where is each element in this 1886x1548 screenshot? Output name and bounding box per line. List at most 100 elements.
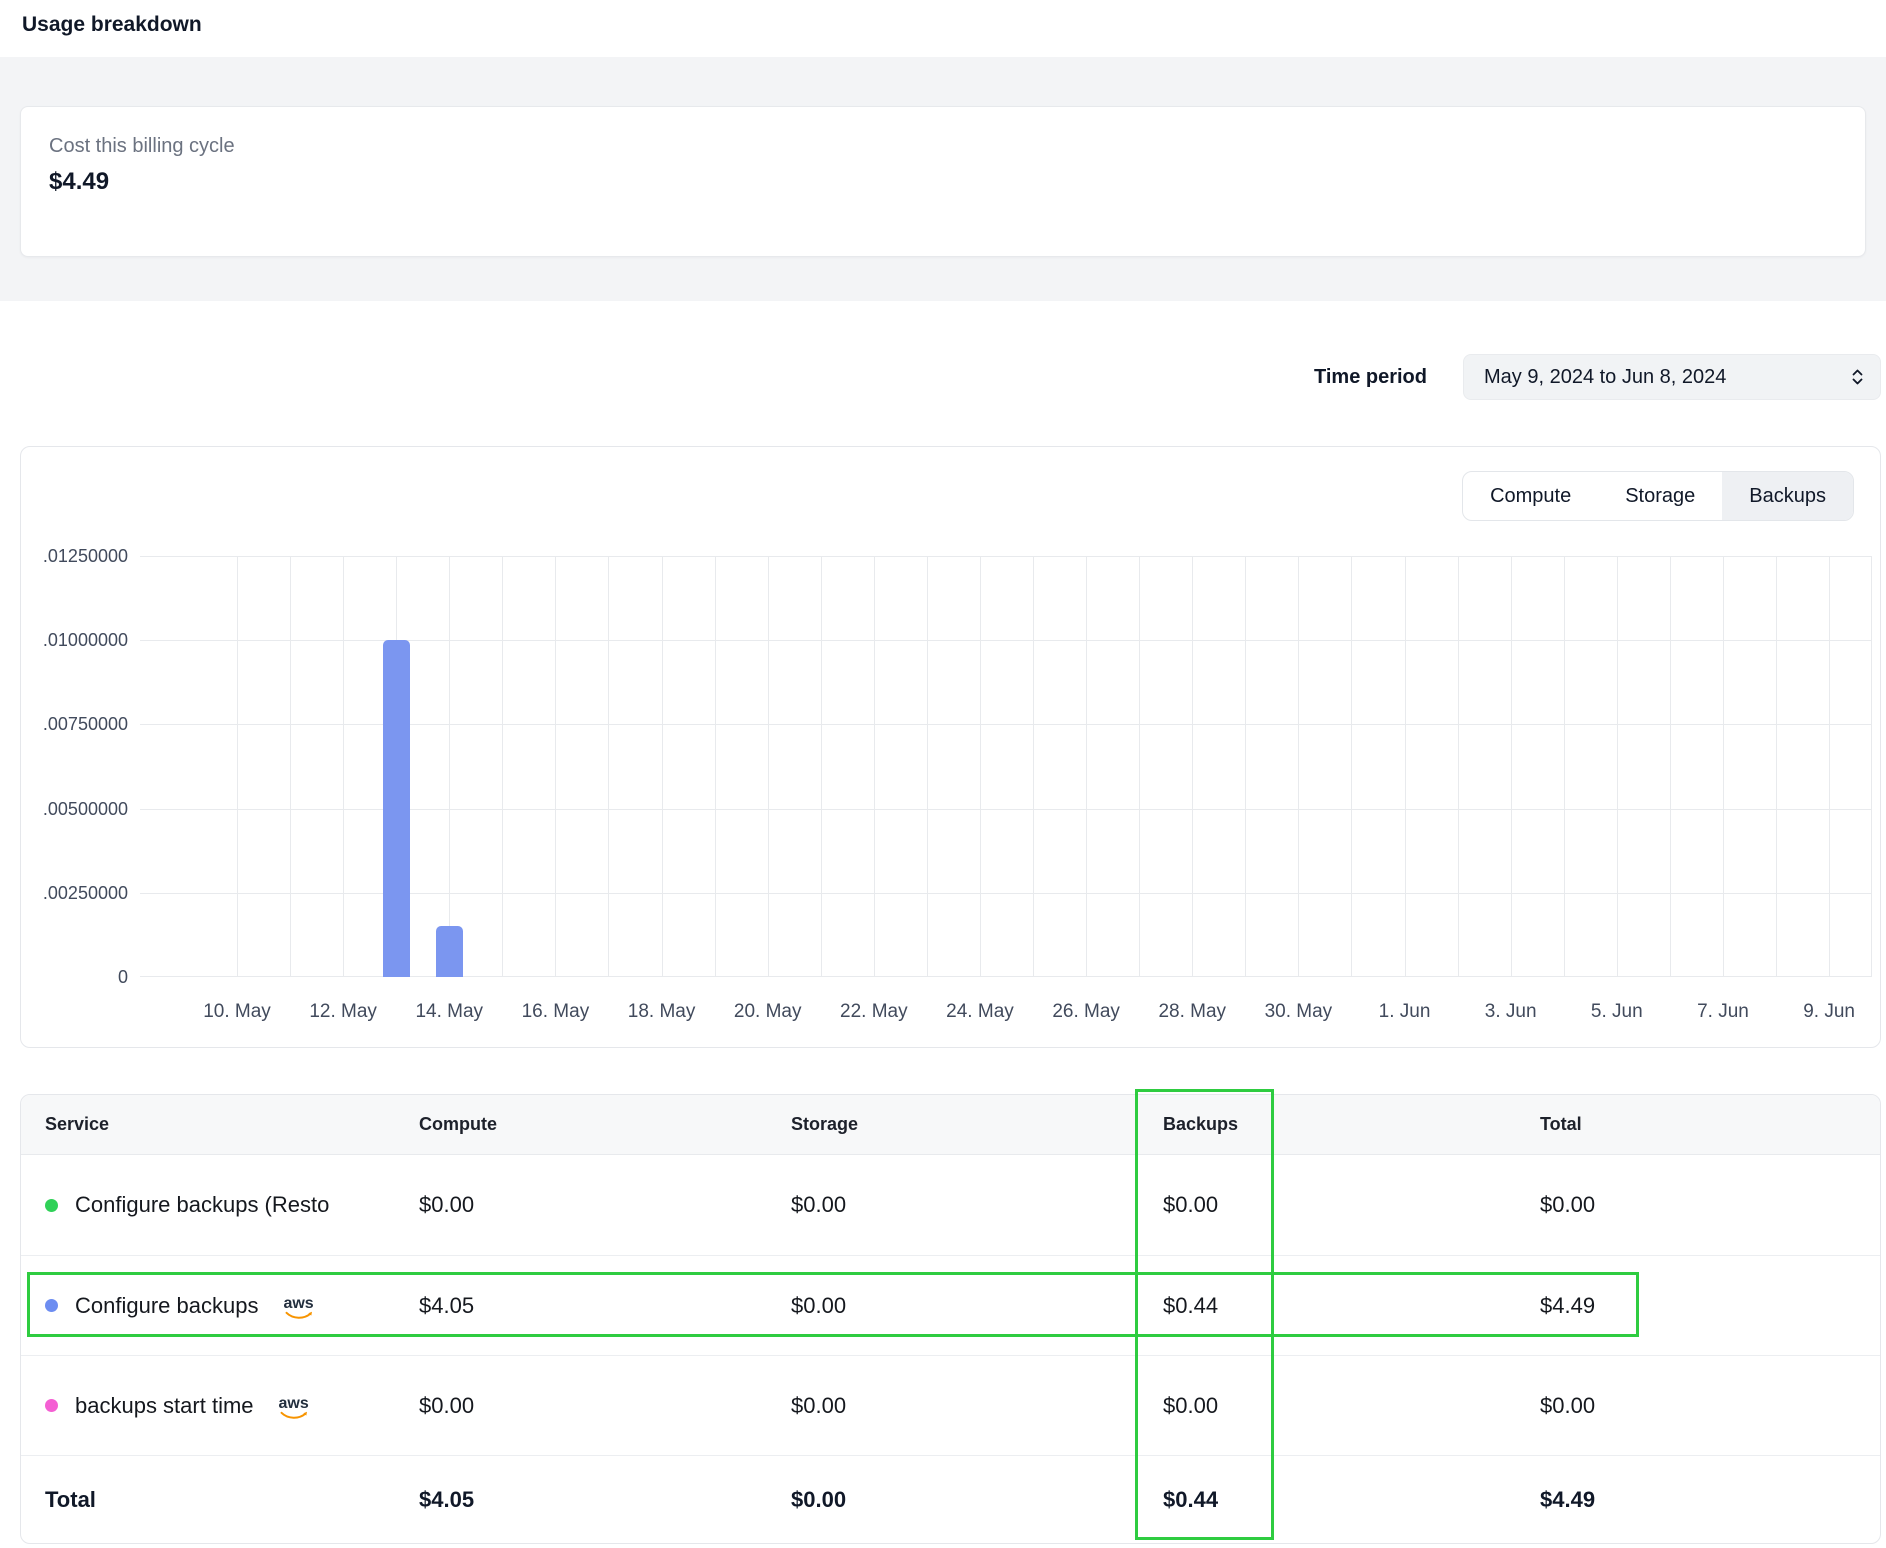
usage-table: Service Compute Storage Backups Total Co…	[20, 1094, 1881, 1544]
x-tick-label: 1. Jun	[1379, 1001, 1431, 1023]
gridline	[1192, 556, 1193, 977]
header-compute: Compute	[419, 1114, 791, 1135]
gridline	[290, 556, 291, 977]
storage-total-cell: $0.00	[791, 1487, 1163, 1513]
total-cell: $4.49	[1540, 1293, 1880, 1319]
chart-metric-tabs: Compute Storage Backups	[1462, 471, 1854, 521]
aws-logo: aws	[283, 1298, 313, 1319]
gridline	[608, 556, 609, 977]
x-tick-label: 26. May	[1052, 1001, 1120, 1023]
gridline	[1405, 556, 1406, 977]
y-tick-label: 0	[118, 966, 128, 988]
table-total-row: Total $4.05 $0.00 $0.44 $4.49	[21, 1455, 1880, 1543]
time-period-label: Time period	[1314, 366, 1427, 389]
service-cell: Configure backups aws	[45, 1293, 419, 1319]
billing-cycle-amount: $4.49	[49, 168, 1837, 196]
x-tick-label: 5. Jun	[1591, 1001, 1643, 1023]
tab-backups[interactable]: Backups	[1722, 472, 1853, 520]
header-storage: Storage	[791, 1114, 1163, 1135]
tab-compute[interactable]: Compute	[1463, 472, 1598, 520]
total-cell: $0.00	[1540, 1393, 1880, 1419]
gridline	[1298, 556, 1299, 977]
aws-smile-icon	[285, 1311, 313, 1319]
x-tick-label: 30. May	[1265, 1001, 1333, 1023]
table-row: Configure backups (Resto $0.00 $0.00 $0.…	[21, 1155, 1880, 1255]
gridline	[449, 556, 450, 977]
y-tick-label: .00250000	[43, 882, 128, 904]
compute-cell: $4.05	[419, 1293, 791, 1319]
gridline	[1033, 556, 1034, 977]
compute-cell: $0.00	[419, 1393, 791, 1419]
x-tick-label: 16. May	[522, 1001, 590, 1023]
chart-bar	[383, 640, 410, 977]
service-color-dot	[45, 1299, 58, 1312]
gridline	[874, 556, 875, 977]
total-label: Total	[45, 1487, 419, 1513]
gridline	[1351, 556, 1352, 977]
gridline	[1776, 556, 1777, 977]
backups-cell: $0.00	[1163, 1393, 1540, 1419]
x-axis: 10. May12. May14. May16. May18. May20. M…	[140, 1001, 1872, 1027]
gridline	[1086, 556, 1087, 977]
gridline	[502, 556, 503, 977]
service-color-dot	[45, 1399, 58, 1412]
time-period-select[interactable]: May 9, 2024 to Jun 8, 2024	[1463, 354, 1881, 400]
aws-logo-text: aws	[279, 1398, 309, 1410]
gridline	[1139, 556, 1140, 977]
x-tick-label: 22. May	[840, 1001, 908, 1023]
y-tick-label: .00500000	[43, 798, 128, 820]
x-tick-label: 24. May	[946, 1001, 1014, 1023]
plot-area	[140, 556, 1872, 977]
backups-cell: $0.00	[1163, 1192, 1540, 1218]
x-tick-label: 14. May	[415, 1001, 483, 1023]
gridline	[1829, 556, 1830, 977]
storage-cell: $0.00	[791, 1293, 1163, 1319]
gridline	[1458, 556, 1459, 977]
usage-breakdown-page: Usage breakdown Cost this billing cycle …	[0, 0, 1886, 1548]
chart-bar	[436, 926, 463, 977]
x-tick-label: 3. Jun	[1485, 1001, 1537, 1023]
gridline	[1723, 556, 1724, 977]
gridline	[980, 556, 981, 977]
gridline	[662, 556, 663, 977]
compute-total-cell: $4.05	[419, 1487, 791, 1513]
aws-logo: aws	[279, 1398, 309, 1419]
gridline	[237, 556, 238, 977]
usage-chart-card: Compute Storage Backups .01250000 .010000…	[20, 446, 1881, 1048]
gridline	[555, 556, 556, 977]
y-tick-label: .01000000	[43, 629, 128, 651]
service-cell: Configure backups (Resto	[45, 1192, 419, 1218]
storage-cell: $0.00	[791, 1393, 1163, 1419]
aws-logo-text: aws	[283, 1298, 313, 1310]
backups-cell: $0.44	[1163, 1293, 1540, 1319]
y-tick-label: .00750000	[43, 713, 128, 735]
billing-cycle-label: Cost this billing cycle	[49, 135, 1837, 158]
y-tick-label: .01250000	[43, 545, 128, 567]
header-total: Total	[1540, 1114, 1880, 1135]
aws-smile-icon	[280, 1411, 308, 1419]
table-row: backups start time aws $0.00 $0.00 $0.00…	[21, 1355, 1880, 1455]
gridline	[821, 556, 822, 977]
storage-cell: $0.00	[791, 1192, 1163, 1218]
table-row: Configure backups aws $4.05 $0.00 $0.44 …	[21, 1255, 1880, 1355]
x-tick-label: 20. May	[734, 1001, 802, 1023]
compute-cell: $0.00	[419, 1192, 791, 1218]
gridline	[1564, 556, 1565, 977]
tab-storage[interactable]: Storage	[1598, 472, 1722, 520]
billing-cycle-card: Cost this billing cycle $4.49	[20, 106, 1866, 257]
header-backups: Backups	[1163, 1114, 1540, 1135]
x-tick-label: 7. Jun	[1697, 1001, 1749, 1023]
billing-summary-section: Cost this billing cycle $4.49	[0, 57, 1886, 301]
gridline	[1245, 556, 1246, 977]
gridline	[1670, 556, 1671, 977]
service-color-dot	[45, 1199, 58, 1212]
total-cell: $0.00	[1540, 1192, 1880, 1218]
gridline	[927, 556, 928, 977]
service-name: backups start time	[75, 1393, 254, 1419]
x-tick-label: 18. May	[628, 1001, 696, 1023]
backups-total-cell: $0.44	[1163, 1487, 1540, 1513]
gridline	[343, 556, 344, 977]
time-period-value: May 9, 2024 to Jun 8, 2024	[1484, 366, 1726, 389]
header-service: Service	[45, 1114, 419, 1135]
page-title: Usage breakdown	[0, 0, 1886, 57]
